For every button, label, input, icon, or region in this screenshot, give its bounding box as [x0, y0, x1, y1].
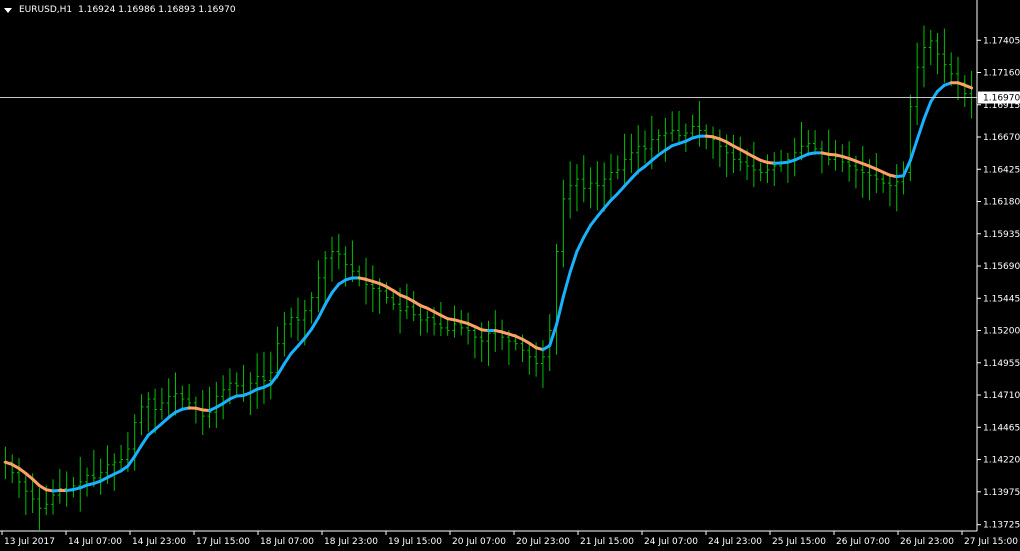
time-tick-label: 27 Jul 15:00 — [964, 537, 1018, 547]
time-tick-label: 17 Jul 15:00 — [196, 537, 250, 547]
chart-window[interactable]: 1.16970 1.17405 1.17160 1.16915 1.16670 1.16… — [0, 0, 1020, 551]
price-tick-label: 1.16180 — [983, 198, 1020, 208]
price-chart[interactable]: 1.16970 1.174051.171601.169151.166701.16… — [0, 0, 1020, 551]
time-tick-label: 20 Jul 23:00 — [516, 537, 570, 547]
price-tick-label: 1.14465 — [983, 423, 1020, 433]
time-tick-label: 18 Jul 07:00 — [260, 537, 314, 547]
time-tick-label: 14 Jul 23:00 — [132, 537, 186, 547]
chart-header: EURUSD,H1 1.16924 1.16986 1.16893 1.1697… — [4, 3, 236, 17]
price-tick-label: 1.15935 — [983, 230, 1020, 240]
price-tick-label: 1.16915 — [983, 101, 1020, 111]
time-tick-label: 24 Jul 07:00 — [644, 537, 698, 547]
time-tick-label: 14 Jul 07:00 — [68, 537, 122, 547]
time-tick-label: 26 Jul 07:00 — [836, 537, 890, 547]
time-tick-label: 20 Jul 07:00 — [452, 537, 506, 547]
price-tick-label: 1.14955 — [983, 359, 1020, 369]
price-tick-label: 1.16670 — [983, 133, 1020, 143]
price-tick-label: 1.15690 — [983, 262, 1020, 272]
symbol-label: EURUSD,H1 — [19, 5, 73, 15]
ohlc-values: 1.16924 1.16986 1.16893 1.16970 — [78, 5, 236, 15]
time-tick-label: 18 Jul 23:00 — [324, 537, 378, 547]
price-tick-label: 1.15445 — [983, 294, 1020, 304]
dropdown-triangle-icon[interactable] — [4, 7, 12, 13]
time-tick-label: 24 Jul 23:00 — [708, 537, 762, 547]
price-tick-label: 1.13975 — [983, 488, 1020, 498]
price-tick-label: 1.14220 — [983, 456, 1020, 466]
price-tick-label: 1.13725 — [983, 521, 1020, 531]
time-tick-label: 21 Jul 15:00 — [580, 537, 634, 547]
time-tick-label: 19 Jul 15:00 — [388, 537, 442, 547]
time-tick-label: 25 Jul 15:00 — [772, 537, 826, 547]
price-tick-label: 1.14710 — [983, 391, 1020, 401]
time-tick-label: 13 Jul 2017 — [4, 537, 55, 547]
price-tick-label: 1.17160 — [983, 69, 1020, 79]
price-tick-label: 1.15200 — [983, 327, 1020, 337]
price-tick-label: 1.16425 — [983, 165, 1020, 175]
time-tick-label: 26 Jul 23:00 — [900, 537, 954, 547]
price-tick-label: 1.17405 — [983, 36, 1020, 46]
